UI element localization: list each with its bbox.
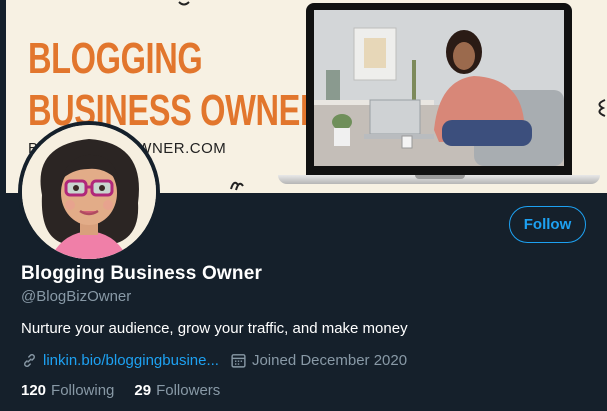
- following-label: Following: [51, 382, 115, 399]
- profile-stats: 120 Following 29 Followers: [21, 382, 220, 399]
- follow-button[interactable]: Follow: [509, 206, 586, 243]
- banner-edge: [0, 0, 6, 193]
- laptop-notch: [415, 175, 465, 179]
- doodle-swirl-right: [598, 99, 606, 117]
- profile-handle: @BlogBizOwner: [21, 288, 132, 305]
- profile-website-link[interactable]: linkin.bio/bloggingbusine...: [43, 352, 219, 369]
- display-name: Blogging Business Owner: [21, 263, 263, 284]
- followers-stat[interactable]: 29 Followers: [134, 382, 220, 399]
- following-count: 120: [21, 382, 47, 399]
- following-stat[interactable]: 120 Following: [21, 382, 114, 399]
- avatar-illustration: [22, 125, 156, 259]
- followers-label: Followers: [156, 382, 221, 399]
- banner-title-line1: BLOGGING: [28, 34, 203, 83]
- profile-meta: linkin.bio/bloggingbusine... Joined Dece…: [21, 350, 407, 370]
- followers-count: 29: [134, 382, 152, 399]
- calendar-icon: [231, 353, 246, 368]
- avatar[interactable]: [22, 125, 156, 259]
- doodle-swirl: [230, 181, 244, 191]
- banner-title: BLOGGING BUSINESS OWNER: [28, 33, 324, 137]
- profile-bio: Nurture your audience, grow your traffic…: [21, 320, 408, 337]
- link-icon: [24, 353, 35, 367]
- woman-on-laptop-photo: [314, 10, 564, 166]
- joined-text: Joined December 2020: [251, 351, 408, 369]
- laptop-screen-photo: [314, 10, 564, 166]
- joined-date: Joined December 2020: [230, 352, 407, 369]
- doodle-mark: [178, 1, 190, 6]
